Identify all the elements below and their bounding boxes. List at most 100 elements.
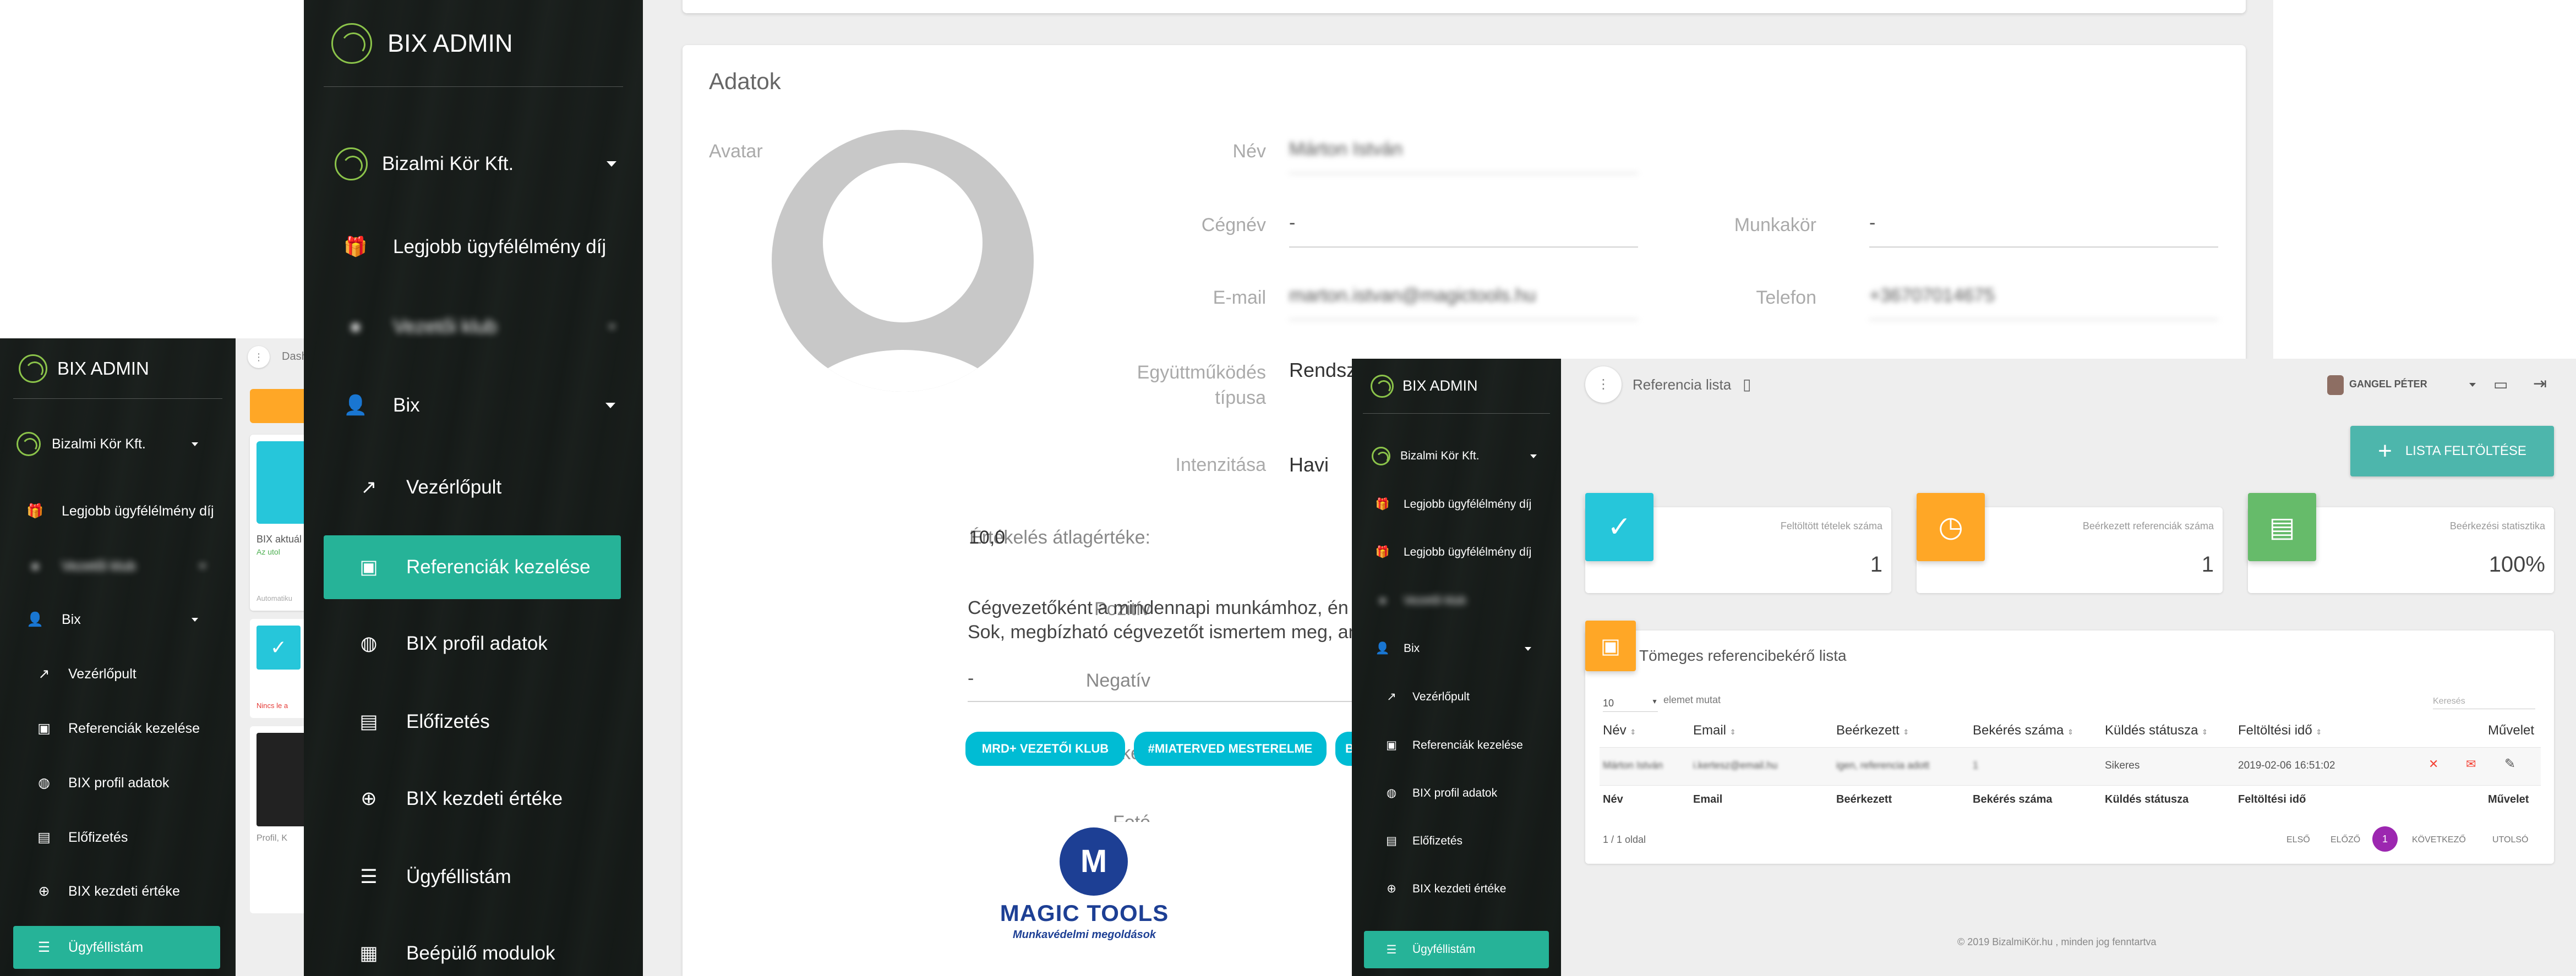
sidebar-item-initial[interactable]: ⊕ BIX kezdeti értéke	[1383, 882, 1506, 896]
sidebar-item-label: Bix	[393, 394, 420, 416]
exit-icon[interactable]: ⇥	[2533, 374, 2547, 393]
sidebar-item-label: Vezetői klub	[62, 558, 136, 574]
upload-list-button[interactable]: + LISTA FELTÖLTÉSE	[2350, 426, 2554, 476]
feedback-icon: ▣	[37, 721, 51, 736]
pager-prev[interactable]: ELŐZŐ	[2331, 835, 2360, 845]
org-selector[interactable]: Bizalmi Kör Kft.	[1372, 447, 1537, 465]
sidebar-item-initial[interactable]: ⊕ BIX kezdeti értéke	[353, 788, 563, 810]
credit-card-icon: ▤	[359, 711, 378, 732]
photo-tagline: Munkavédelmi megoldások	[1012, 929, 1156, 941]
column-header-count[interactable]: Bekérés száma ⇕	[1973, 723, 2073, 738]
chevron-down-icon	[607, 161, 616, 167]
card-title: BIX aktuál	[256, 534, 302, 545]
sidebar-item-label: BIX profil adatok	[68, 775, 170, 791]
phone-field[interactable]: +36707014675	[1869, 285, 2218, 320]
person-icon: 👤	[1375, 642, 1390, 655]
org-selector[interactable]: Bizalmi Kör Kft.	[17, 432, 198, 456]
menu-toggle-button[interactable]: ⋮	[1585, 366, 1622, 403]
pager-last[interactable]: UTOLSÓ	[2492, 835, 2529, 845]
list-icon: ☰	[1386, 943, 1397, 956]
mobile-icon[interactable]: ▯	[1743, 375, 1751, 393]
column-header-received[interactable]: Beérkezett ⇕	[1836, 723, 1909, 738]
sidebar-item-label: Bix	[1404, 642, 1420, 655]
sidebar-item-label: BIX kezdeti értéke	[68, 883, 180, 899]
product-chip[interactable]: #MIATERVED MESTERELME	[1134, 732, 1327, 766]
sidebar-item-profile[interactable]: ◍ BIX profil adatok	[1383, 786, 1497, 800]
company-field[interactable]: -	[1289, 212, 1638, 248]
pager-current[interactable]: 1	[2372, 826, 2398, 852]
sidebar-item-profile[interactable]: ◍ BIX profil adatok	[33, 775, 169, 791]
email-field[interactable]: marton.istvan@magictools.hu	[1289, 285, 1638, 320]
sidebar-item-clients[interactable]: ☰ Ügyféllistám	[13, 926, 220, 969]
trending-up-icon: ↗	[38, 666, 50, 682]
credit-card-icon: ▤	[1386, 835, 1397, 847]
sidebar-item-references[interactable]: ▣ Referenciák kezelése	[1383, 738, 1523, 752]
stat-card-stats: ▤ Beérkezési statisztika 100%	[2248, 493, 2554, 593]
job-field[interactable]: -	[1869, 212, 2218, 248]
cell-email: i.kertesz@email.hu	[1693, 760, 1778, 771]
pager-next[interactable]: KÖVETKEZŐ	[2412, 835, 2466, 845]
wrench-icon[interactable]: ✎	[2504, 756, 2515, 772]
product-chip[interactable]: MRD+ VEZETŐI KLUB	[965, 732, 1125, 766]
sidebar-item-best-2[interactable]: 🎁 Legjobb ügyfélélmény díj	[1374, 546, 1531, 559]
sidebar-item-subscription[interactable]: ▤ Előfizetés	[1383, 834, 1462, 848]
org-selector[interactable]: Bizalmi Kör Kft.	[335, 147, 616, 180]
plus-icon: +	[2378, 437, 2392, 464]
menu-toggle-button[interactable]: ⋮	[248, 346, 270, 368]
intensity-label: Intenzitása	[1175, 454, 1266, 475]
stat-label: Beérkezett referenciák száma	[2082, 520, 2214, 531]
sidebar-item-best[interactable]: 🎁 Legjobb ügyfélélmény díj	[340, 235, 606, 258]
stat-label: Feltöltött tételek száma	[1780, 520, 1882, 531]
pager-first[interactable]: ELSŐ	[2286, 835, 2310, 845]
message-icon[interactable]: ✉	[2466, 757, 2476, 771]
sidebar-item-references[interactable]: ▣ Referenciák kezelése	[33, 720, 200, 737]
sidebar-item-clients[interactable]: ☰ Ügyféllistám	[353, 866, 511, 888]
plus-circle-icon: ⊕	[361, 788, 377, 809]
referencia-screenshot: BIX ADMIN Bizalmi Kör Kft. 🎁 Legjobb ügyf…	[1352, 359, 2576, 976]
sidebar-item-bix[interactable]: 👤 Bix	[1374, 642, 1531, 655]
stat-card-received: ◷ Beérkezett referenciák száma 1	[1917, 493, 2223, 593]
sidebar-item-bix[interactable]: 👤 Bix	[24, 612, 198, 628]
name-field[interactable]: Márton István	[1289, 139, 1638, 174]
footer-header-email: Email	[1693, 793, 1723, 805]
company-label: Cégnév	[1201, 215, 1266, 235]
sidebar-item-references[interactable]: ▣ Referenciák kezelése	[324, 535, 621, 599]
sidebar-item-profile[interactable]: ◍ BIX profil adatok	[353, 633, 548, 655]
column-header-time[interactable]: Feltöltési idő ⇕	[2238, 723, 2322, 738]
card-title: Adatok	[709, 68, 781, 94]
desktop-icon[interactable]: ▭	[2493, 375, 2508, 393]
globe-icon: ◍	[1386, 787, 1397, 799]
sidebar-item-best[interactable]: 🎁 Legjobb ügyfélélmény díj	[24, 503, 214, 519]
column-header-name[interactable]: Név ⇕	[1603, 723, 1636, 738]
stat-value: 1	[1870, 552, 1882, 577]
sidebar-item-dashboard[interactable]: ↗ Vezérlőpult	[1383, 690, 1470, 704]
sidebar-item-subscription[interactable]: ▤ Előfizetés	[353, 711, 489, 733]
sidebar-item-subscription[interactable]: ▤ Előfizetés	[33, 829, 128, 846]
search-input[interactable]: Keresés	[2433, 697, 2535, 709]
page-size-select[interactable]: 10 ▼	[1603, 698, 1658, 712]
sidebar-item-dashboard[interactable]: ↗ Vezérlőpult	[353, 476, 501, 498]
check-icon: ✓	[1585, 493, 1653, 561]
column-header-email[interactable]: Email ⇕	[1693, 723, 1736, 738]
coop-label: Együttműködés típusa	[1137, 362, 1266, 408]
warning-text: Nincs le a	[256, 701, 288, 710]
credit-card-icon: ▤	[37, 830, 51, 845]
bix-logo-icon	[1371, 374, 1394, 398]
sidebar-item-clients[interactable]: ☰ Ügyféllistám	[1364, 931, 1549, 968]
sidebar-item-modules[interactable]: ▦ Beépülő modulok	[353, 942, 555, 964]
sidebar-item-club[interactable]: ● Vezetői klub	[24, 558, 206, 574]
sidebar-item-club[interactable]: ● Vezetői klub	[1374, 594, 1539, 607]
sidebar-item-initial[interactable]: ⊕ BIX kezdeti értéke	[33, 883, 180, 900]
clipboard-icon: ▣	[1585, 621, 1636, 671]
user-menu-chevron-icon[interactable]	[2469, 383, 2476, 387]
column-header-status[interactable]: Küldés státusza ⇕	[2105, 723, 2208, 738]
sidebar-item-best[interactable]: 🎁 Legjobb ügyfélélmény díj	[1374, 498, 1531, 511]
footer-header-count: Bekérés száma	[1973, 793, 2053, 805]
sidebar-item-club[interactable]: ● Vezetői klub	[340, 316, 615, 338]
sidebar-item-bix[interactable]: 👤 Bix	[340, 394, 615, 416]
sidebar-item-dashboard[interactable]: ↗ Vezérlőpult	[33, 666, 137, 682]
page-size-label: elemet mutat	[1663, 694, 1721, 705]
user-name[interactable]: GANGEL PÉTER	[2349, 379, 2427, 390]
delete-icon[interactable]: ✕	[2428, 757, 2438, 771]
sidebar-item-label: Vezetői klub	[393, 316, 497, 337]
